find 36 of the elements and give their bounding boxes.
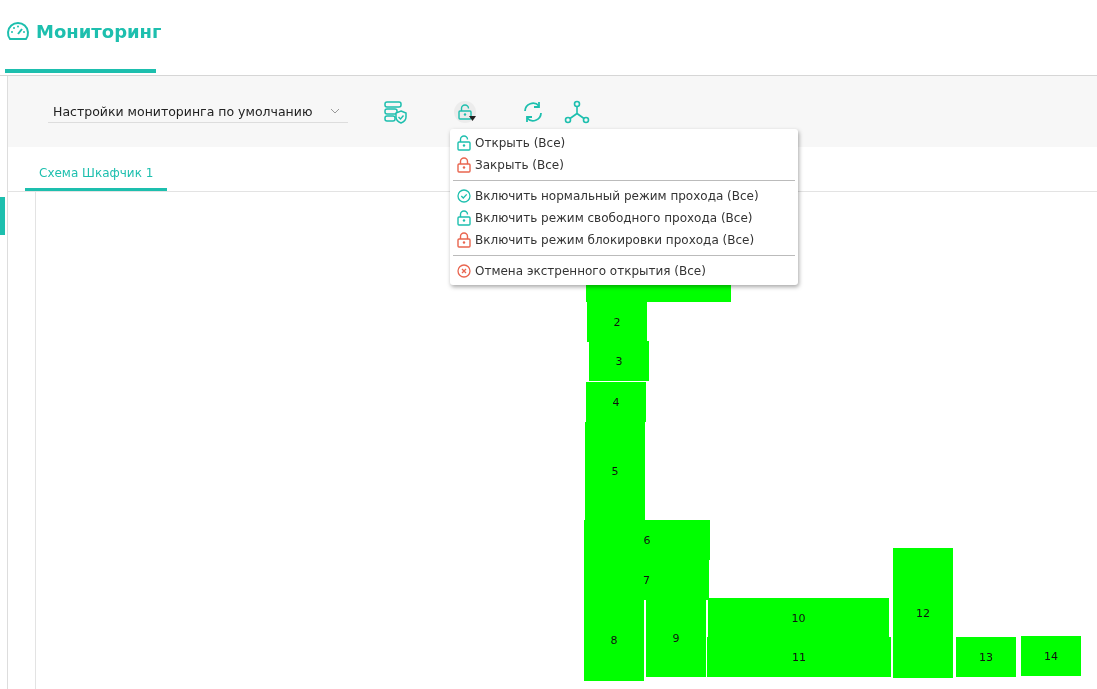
locker-cell[interactable]: 10 xyxy=(708,598,889,638)
cancel-circle-icon xyxy=(457,264,471,278)
locker-cell[interactable]: 13 xyxy=(956,637,1016,677)
page-title: Мониторинг xyxy=(36,21,162,42)
locker-cell[interactable]: 7 xyxy=(584,560,709,600)
locker-cell[interactable]: 12 xyxy=(893,548,953,678)
menu-item[interactable]: Открыть (Все) xyxy=(450,132,798,154)
network-nodes-icon[interactable] xyxy=(564,99,590,124)
menu-item[interactable]: Включить нормальный режим прохода (Все) xyxy=(450,185,798,207)
side-marker xyxy=(0,197,5,235)
locker-cell[interactable]: 9 xyxy=(646,599,706,677)
padlock-icon xyxy=(457,210,471,226)
chevron-down-icon xyxy=(330,108,340,114)
lock-menu-button[interactable] xyxy=(454,100,476,123)
padlock-icon xyxy=(458,103,472,120)
padlock-icon xyxy=(457,232,471,248)
padlock-icon xyxy=(457,135,471,151)
server-shield-icon[interactable] xyxy=(384,99,408,124)
menu-item[interactable]: Отмена экстренного открытия (Все) xyxy=(450,260,798,282)
locker-cell[interactable]: 5 xyxy=(585,422,645,520)
menu-item[interactable]: Включить режим свободного прохода (Все) xyxy=(450,207,798,229)
caret-icon xyxy=(469,115,476,121)
locker-cell[interactable]: 11 xyxy=(707,637,891,677)
menu-item[interactable]: Включить режим блокировки прохода (Все) xyxy=(450,229,798,251)
refresh-icon[interactable] xyxy=(522,100,544,123)
padlock-icon xyxy=(457,157,471,173)
check-circle-icon xyxy=(457,189,471,203)
locker-cell[interactable]: 14 xyxy=(1021,636,1081,676)
locker-cell[interactable]: 8 xyxy=(584,599,644,681)
profile-select[interactable]: Настройки мониторинга по умолчанию xyxy=(48,100,348,123)
locker-cell[interactable]: 6 xyxy=(584,520,710,560)
menu-item[interactable]: Закрыть (Все) xyxy=(450,154,798,176)
gauge-icon xyxy=(6,21,30,42)
locker-cell[interactable]: 3 xyxy=(589,341,649,381)
locker-cell[interactable]: 4 xyxy=(586,382,646,422)
locker-cell[interactable]: 2 xyxy=(587,302,647,342)
